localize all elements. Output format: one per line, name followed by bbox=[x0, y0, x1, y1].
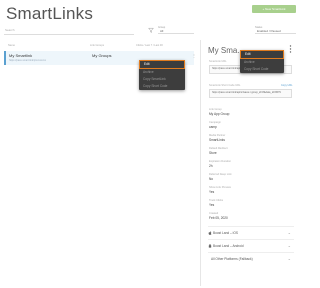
field-value: My App Group bbox=[209, 112, 230, 116]
field-value: Yes bbox=[209, 203, 215, 207]
field-label: Expiration Duration bbox=[209, 160, 232, 163]
field-label: Link Group bbox=[209, 108, 222, 111]
row-context-menu: Edit Archive Copy SmartLink Copy Short C… bbox=[139, 60, 185, 90]
field-label: Created bbox=[209, 212, 219, 215]
column-header-clicks[interactable]: Clicks / Last 7 / Last 30 bbox=[136, 44, 163, 47]
table-header: Name Link Groups Clicks / Last 7 / Last … bbox=[4, 44, 194, 50]
field-value: 2h bbox=[209, 164, 213, 168]
row-name: My Smartlink bbox=[9, 53, 33, 58]
details-panel: My Sma... SmartLink URL https://pass.sma… bbox=[200, 40, 298, 286]
field-label: Default Redirect bbox=[209, 147, 228, 150]
row-url: https://pass.smart.link/p/xxxxxxxx bbox=[9, 59, 46, 62]
android-icon bbox=[208, 244, 212, 248]
row-group: My Groups bbox=[92, 53, 112, 58]
chevron-down-icon: ⌄ bbox=[287, 243, 291, 248]
row-menu-copy-link[interactable]: Copy SmartLink bbox=[139, 76, 185, 83]
filter-icon[interactable] bbox=[148, 27, 154, 33]
field-value: Feb 05, 2020 bbox=[209, 216, 228, 220]
copy-url-link[interactable]: Copy URL bbox=[281, 84, 293, 87]
panel-menu-archive[interactable]: Archive bbox=[240, 59, 284, 66]
panel-menu-copy-code[interactable]: Copy Short Code bbox=[240, 66, 284, 73]
platform-label: All Other Platforms (Fallback) bbox=[211, 257, 253, 261]
chevron-down-icon: ⌄ bbox=[287, 230, 291, 235]
search-underline bbox=[4, 34, 134, 35]
platform-section-ios[interactable]: Boost Land – iOS ⌄ bbox=[208, 226, 294, 238]
field-label: Deferred Deep Link bbox=[209, 173, 232, 176]
column-header-groups[interactable]: Link Groups bbox=[90, 44, 104, 47]
panel-more-icon[interactable] bbox=[289, 45, 292, 53]
platform-section-android[interactable]: Boost Land – Android ⌄ bbox=[208, 239, 294, 251]
field-label: Track Clicks bbox=[209, 199, 224, 202]
search-input[interactable]: Search bbox=[5, 28, 15, 32]
row-more-icon[interactable]: ⋮ bbox=[192, 53, 196, 58]
field-value: Yes bbox=[209, 190, 215, 194]
row-menu-edit[interactable]: Edit bbox=[139, 60, 185, 69]
field-value: SmartLinks bbox=[209, 138, 225, 142]
url-label: SmartLink URL bbox=[209, 60, 227, 63]
page-title: SmartLinks bbox=[6, 4, 94, 23]
field-value: camp bbox=[209, 125, 217, 129]
group-filter-select[interactable]: All bbox=[158, 29, 194, 34]
platform-label: Boost Land – iOS bbox=[213, 231, 238, 235]
panel-title: My Sma... bbox=[208, 46, 245, 55]
short-url-field[interactable]: https://pass.smart.link/api/s/Gaxw-i gro… bbox=[209, 89, 292, 98]
platform-section-fallback[interactable]: All Other Platforms (Fallback) ⌄ bbox=[208, 252, 294, 264]
panel-menu-edit[interactable]: Edit bbox=[240, 50, 284, 59]
field-value: Store bbox=[209, 151, 217, 155]
create-smartlink-button[interactable]: + New SmartLink bbox=[252, 5, 296, 13]
chevron-down-icon: ⌄ bbox=[287, 256, 291, 261]
row-menu-archive[interactable]: Archive bbox=[139, 69, 185, 76]
field-label: Show Link Preview bbox=[209, 186, 231, 189]
panel-context-menu: Edit Archive Copy Short Code bbox=[240, 50, 284, 73]
short-url-label: SmartLink Short Code URL bbox=[209, 84, 241, 87]
field-value: No bbox=[209, 177, 214, 181]
column-header-name[interactable]: Name bbox=[8, 44, 15, 47]
field-label: Media Partner bbox=[209, 134, 226, 137]
toolbar: Search Group All Status Enabled / Paused bbox=[0, 26, 300, 36]
field-label: Campaign bbox=[209, 121, 221, 124]
status-filter-select[interactable]: Enabled / Paused bbox=[255, 29, 296, 34]
row-menu-copy-code[interactable]: Copy Short Code bbox=[139, 83, 185, 90]
apple-icon bbox=[208, 231, 212, 235]
platform-label: Boost Land – Android bbox=[213, 244, 244, 248]
